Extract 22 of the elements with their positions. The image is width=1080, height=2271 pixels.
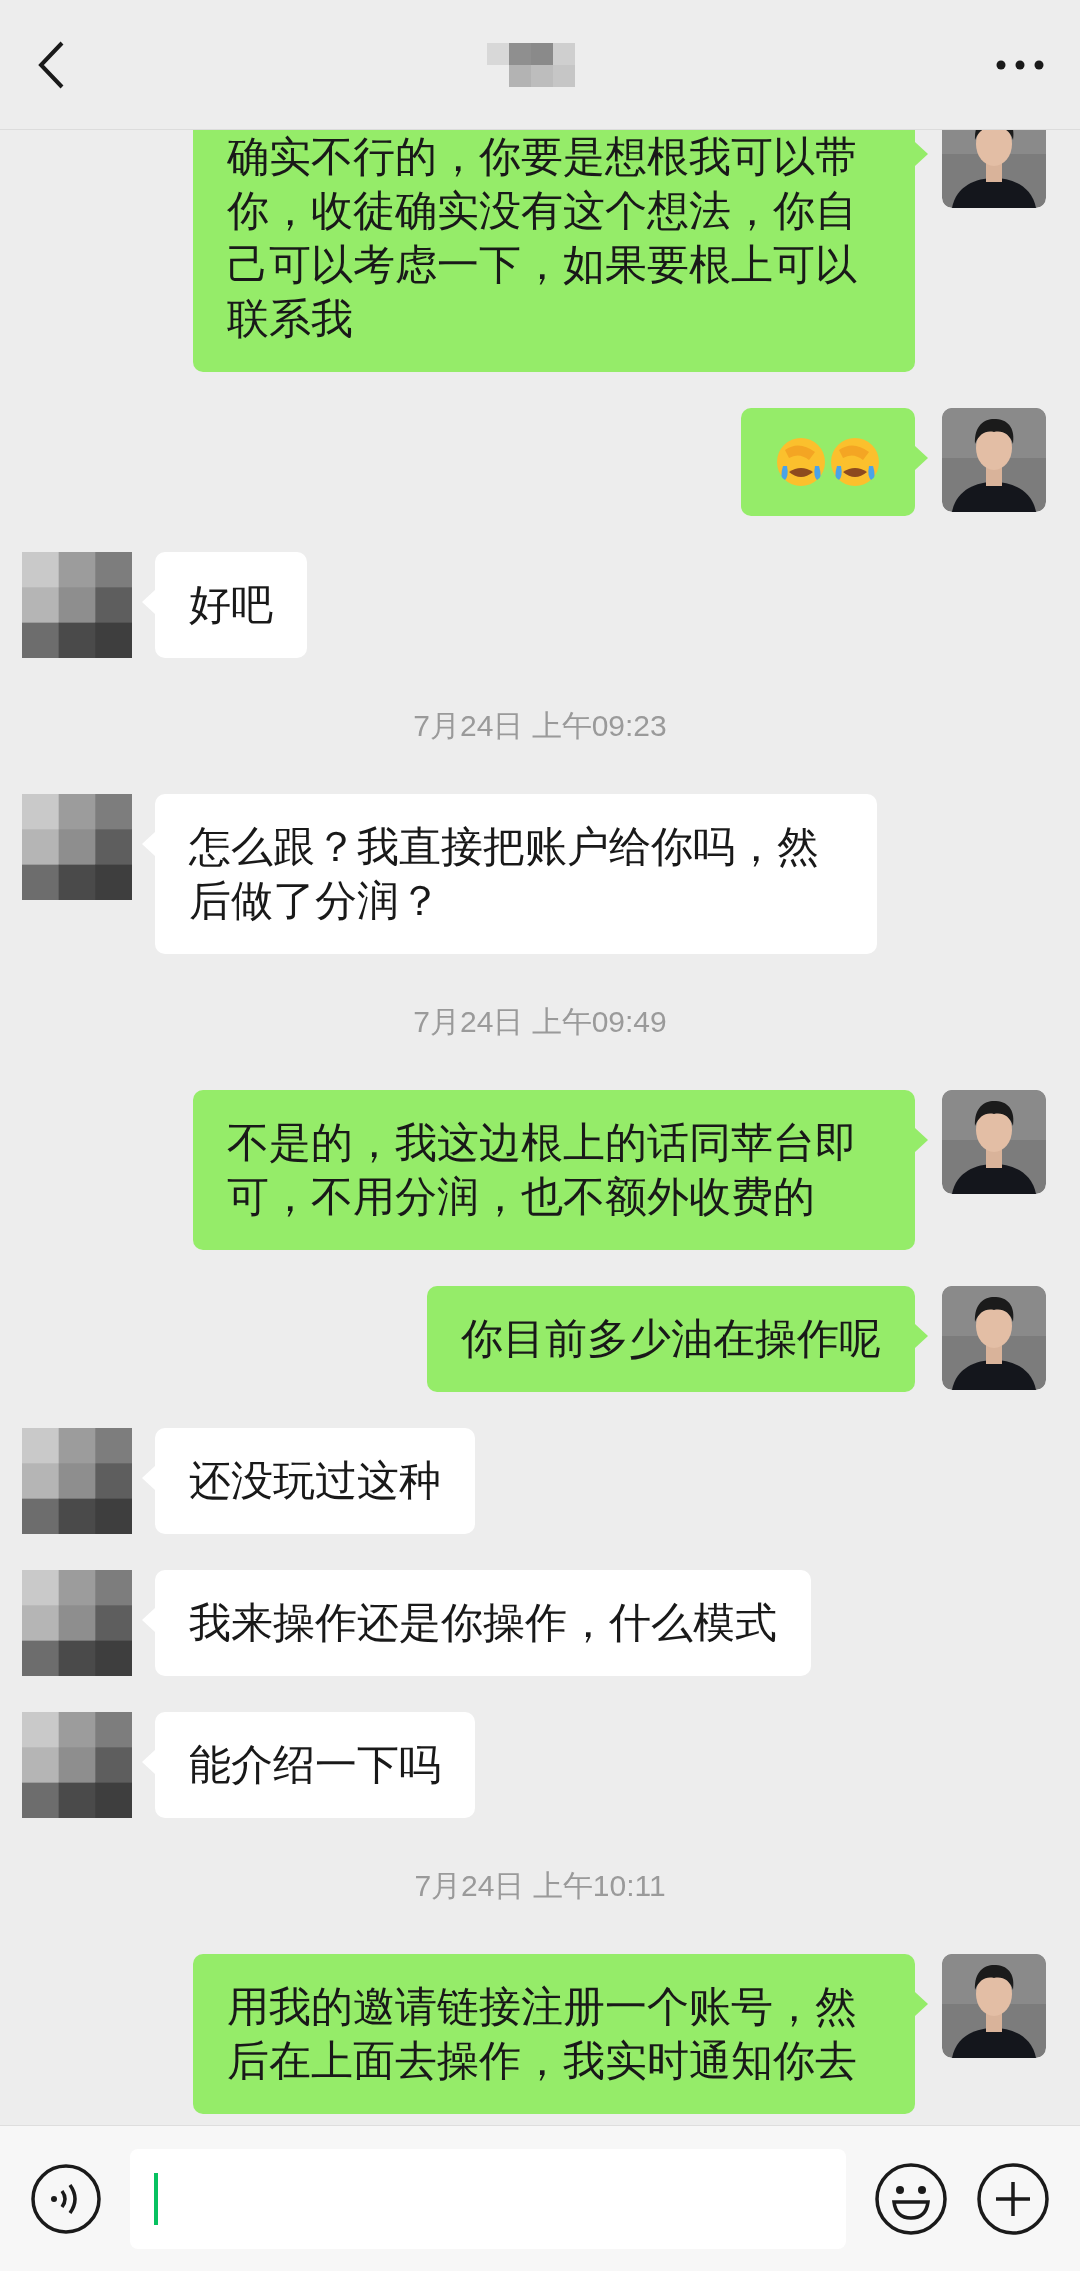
crying-face-icon xyxy=(775,436,827,488)
more-icon[interactable] xyxy=(996,59,1044,70)
emoji-icon[interactable] xyxy=(874,2161,948,2236)
plus-icon[interactable] xyxy=(976,2161,1050,2236)
avatar[interactable] xyxy=(942,1286,1046,1390)
avatar[interactable] xyxy=(22,552,132,658)
avatar[interactable] xyxy=(942,130,1046,208)
avatar[interactable] xyxy=(942,1954,1046,2058)
voice-icon[interactable] xyxy=(30,2162,102,2235)
timestamp: 7月24日 上午10:11 xyxy=(414,1868,666,1904)
bubble-tail xyxy=(915,446,928,470)
timestamp: 7月24日 上午09:23 xyxy=(413,708,667,744)
avatar[interactable] xyxy=(22,794,132,900)
avatar[interactable] xyxy=(942,408,1046,512)
avatar[interactable] xyxy=(22,1428,132,1534)
timestamp: 7月24日 上午09:49 xyxy=(413,1004,667,1040)
avatar[interactable] xyxy=(22,1570,132,1676)
back-icon[interactable] xyxy=(36,39,66,90)
avatar[interactable] xyxy=(942,1090,1046,1194)
avatar[interactable] xyxy=(22,1712,132,1818)
message-input[interactable] xyxy=(130,2148,846,2249)
crying-face-icon xyxy=(829,436,881,488)
